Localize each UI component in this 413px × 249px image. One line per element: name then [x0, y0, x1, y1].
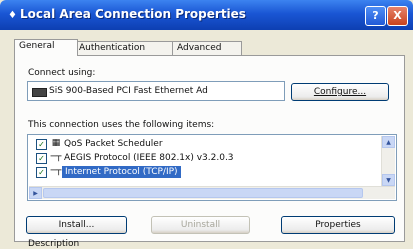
window-title: Local Area Connection Properties	[20, 7, 246, 21]
item-checkbox[interactable]: ✓	[36, 167, 47, 178]
horizontal-scrollbar[interactable]: ◀ ▶	[29, 186, 395, 199]
general-panel: Connect using: SiS 900-Based PCI Fast Et…	[14, 55, 405, 249]
scroll-thumb[interactable]	[43, 188, 363, 198]
items-label: This connection uses the following items…	[28, 120, 215, 130]
scroll-down-icon[interactable]: ▼	[382, 174, 395, 186]
description-label: Description	[28, 239, 80, 249]
network-icon: ♦	[8, 10, 17, 21]
tab-authentication[interactable]: Authentication	[74, 41, 177, 55]
scroll-up-icon[interactable]: ▲	[382, 136, 395, 148]
adapter-name: SiS 900-Based PCI Fast Ethernet Ad	[49, 86, 208, 96]
uninstall-button[interactable]: Uninstall	[151, 216, 250, 234]
close-button[interactable]: X	[387, 6, 408, 26]
configure-button[interactable]: Configure...	[291, 83, 389, 101]
connect-using-label: Connect using:	[28, 68, 96, 78]
scheduler-icon: ▦	[51, 138, 61, 148]
item-label: AEGIS Protocol (IEEE 802.1x) v3.2.0.3	[64, 153, 234, 163]
install-button[interactable]: Install...	[26, 216, 127, 234]
list-item[interactable]: ✓ ─┬ AEGIS Protocol (IEEE 802.1x) v3.2.0…	[30, 152, 380, 164]
protocol-icon: ─┬	[50, 152, 62, 162]
list-item-selected[interactable]: ✓ ─┬ Internet Protocol (TCP/IP)	[30, 166, 380, 178]
adapter-field: SiS 900-Based PCI Fast Ethernet Ad	[27, 81, 285, 101]
item-label: Internet Protocol (TCP/IP)	[62, 166, 181, 178]
item-checkbox[interactable]: ✓	[36, 153, 47, 164]
list-item[interactable]: ✓ ▦ QoS Packet Scheduler	[30, 138, 380, 150]
network-card-icon	[32, 88, 47, 97]
components-list[interactable]: ✓ ▦ QoS Packet Scheduler ✓ ─┬ AEGIS Prot…	[27, 134, 397, 201]
item-label: QoS Packet Scheduler	[64, 139, 163, 149]
scroll-right-icon[interactable]: ▶	[29, 187, 42, 199]
help-button[interactable]: ?	[365, 6, 386, 26]
item-checkbox[interactable]: ✓	[36, 139, 47, 150]
title-bar: ♦ Local Area Connection Properties ? X	[0, 0, 413, 30]
vertical-scrollbar[interactable]: ▲ ▼	[381, 136, 395, 186]
tab-general[interactable]: General	[14, 39, 78, 56]
tab-advanced[interactable]: Advanced	[172, 41, 242, 55]
protocol-icon: ─┬	[50, 166, 62, 176]
properties-button[interactable]: Properties	[281, 216, 395, 234]
